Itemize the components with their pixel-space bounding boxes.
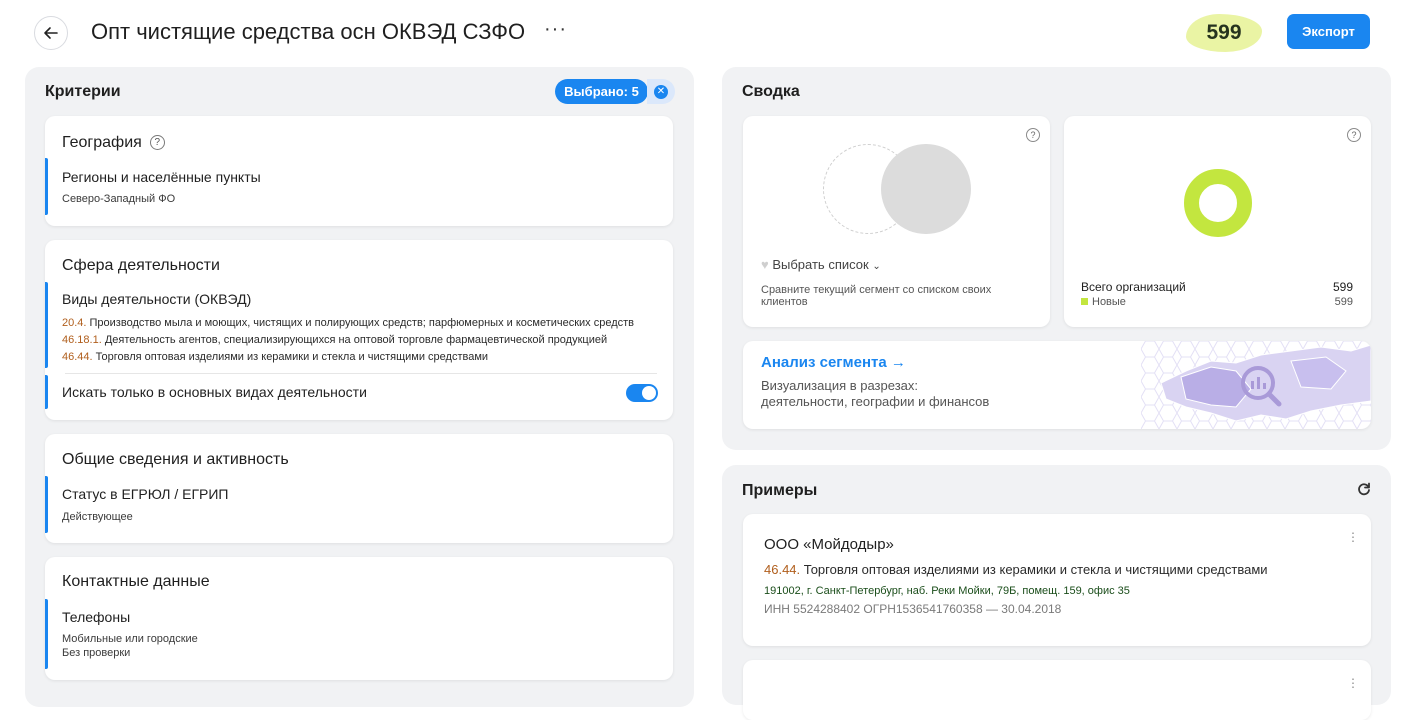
selection-bar — [45, 375, 48, 409]
new-orgs-value: 599 — [1334, 296, 1353, 308]
back-button[interactable] — [34, 16, 68, 50]
geography-title: География? — [62, 134, 165, 152]
regions-value: Северо-Западный ФО — [62, 193, 176, 205]
contacts-title: Контактные данные — [62, 573, 210, 590]
main-activity-only-toggle[interactable] — [626, 384, 658, 402]
phones-label: Телефоны — [62, 609, 131, 625]
heart-icon: ♥ — [761, 257, 769, 272]
okved-item: 46.18.1. Деятельность агентов, специализ… — [62, 334, 608, 346]
okved-item: 20.4. Производство мыла и моющих, чистящ… — [62, 317, 635, 329]
okved-item: 46.44. Торговля оптовая изделиями из кер… — [62, 351, 489, 363]
totals-card: ? Всего организаций 599 Новые 599 — [1064, 116, 1371, 327]
org-activity: 46.44. Торговля оптовая изделиями из кер… — [764, 562, 1268, 577]
general-info-card[interactable]: Общие сведения и активность Статус в ЕГР… — [45, 434, 673, 543]
page-title: Опт чистящие средства осн ОКВЭД СЗФО — [91, 19, 526, 44]
venn-filled-circle — [881, 144, 971, 234]
more-options-button[interactable]: ··· — [544, 18, 567, 41]
org-menu-button[interactable]: ⋮ — [1347, 530, 1359, 544]
totals-donut-chart — [1184, 169, 1252, 237]
select-list-label: Выбрать список — [772, 257, 869, 272]
chevron-down-icon: ⌄ — [872, 261, 881, 272]
result-count: 599 — [1186, 12, 1266, 54]
close-icon: ✕ — [654, 84, 668, 99]
help-icon[interactable]: ? — [149, 135, 165, 150]
export-button[interactable]: Экспорт — [1287, 14, 1370, 49]
phones-value: Без проверки — [62, 647, 131, 659]
regions-label: Регионы и населённые пункты — [62, 169, 261, 185]
compare-card: ? ♥ Выбрать список ⌄ Сравните текущий се… — [743, 116, 1050, 327]
new-orgs-legend: Новые — [1081, 296, 1126, 308]
select-list-dropdown[interactable]: ♥ Выбрать список ⌄ — [761, 257, 881, 272]
result-count-value: 599 — [1206, 21, 1242, 44]
contacts-card[interactable]: Контактные данные Телефоны Мобильные или… — [45, 557, 673, 680]
segment-analysis-description: Визуализация в разрезах: деятельности, г… — [761, 378, 989, 410]
status-label: Статус в ЕГРЮЛ / ЕГРИП — [62, 486, 229, 502]
clear-selection-button[interactable]: ✕ — [647, 79, 675, 104]
summary-title: Сводка — [742, 83, 800, 100]
selected-count-badge[interactable]: Выбрано: 5 — [555, 79, 648, 104]
criteria-title: Критерии — [45, 83, 121, 100]
analysis-desc-line: деятельности, географии и финансов — [761, 394, 990, 409]
help-icon[interactable]: ? — [1347, 128, 1361, 142]
help-icon[interactable]: ? — [1026, 128, 1040, 142]
russia-map-illustration — [1141, 341, 1371, 429]
main-activity-only-label: Искать только в основных видах деятельно… — [62, 384, 367, 400]
selection-bar — [45, 282, 48, 368]
example-org-card[interactable]: ⋮ — [743, 660, 1371, 720]
total-orgs-value: 599 — [1332, 280, 1353, 294]
org-menu-button[interactable]: ⋮ — [1347, 676, 1359, 690]
arrow-left-icon — [44, 27, 58, 39]
segment-analysis-card[interactable]: Анализ сегмента → Визуализация в разреза… — [743, 341, 1371, 429]
analysis-desc-line: Визуализация в разрезах: — [761, 378, 918, 393]
divider — [65, 373, 657, 374]
activity-sphere-card[interactable]: Сфера деятельности Виды деятельности (ОК… — [45, 240, 673, 420]
legend-swatch — [1081, 298, 1088, 305]
general-info-title: Общие сведения и активность — [62, 451, 289, 468]
selection-bar — [45, 158, 48, 215]
org-address: 191002, г. Санкт-Петербург, наб. Реки Мо… — [764, 585, 1130, 597]
map-graphic — [1141, 341, 1371, 429]
refresh-icon[interactable] — [1357, 482, 1371, 501]
org-name[interactable]: ООО «Мойдодыр» — [764, 536, 894, 553]
selection-bar — [45, 599, 48, 669]
segment-analysis-link[interactable]: Анализ сегмента → — [761, 354, 906, 371]
selection-bar — [45, 476, 48, 533]
geography-card[interactable]: География? Регионы и населённые пункты С… — [45, 116, 673, 226]
compare-description: Сравните текущий сегмент со списком свои… — [761, 284, 992, 308]
status-value: Действующее — [62, 511, 133, 523]
okved-label: Виды деятельности (ОКВЭД) — [62, 291, 252, 307]
total-orgs-label: Всего организаций — [1081, 280, 1186, 294]
example-org-card[interactable]: ⋮ ООО «Мойдодыр» 46.44. Торговля оптовая… — [743, 514, 1371, 646]
phones-value: Мобильные или городские — [62, 633, 198, 645]
refresh-icon-graphic — [1358, 482, 1370, 496]
page-header: Опт чистящие средства осн ОКВЭД СЗФО ···… — [0, 0, 1418, 66]
activity-sphere-title: Сфера деятельности — [62, 257, 220, 274]
examples-title: Примеры — [742, 482, 818, 499]
org-identifiers: ИНН 5524288402 ОГРН1536541760358 — 30.04… — [764, 602, 1062, 616]
